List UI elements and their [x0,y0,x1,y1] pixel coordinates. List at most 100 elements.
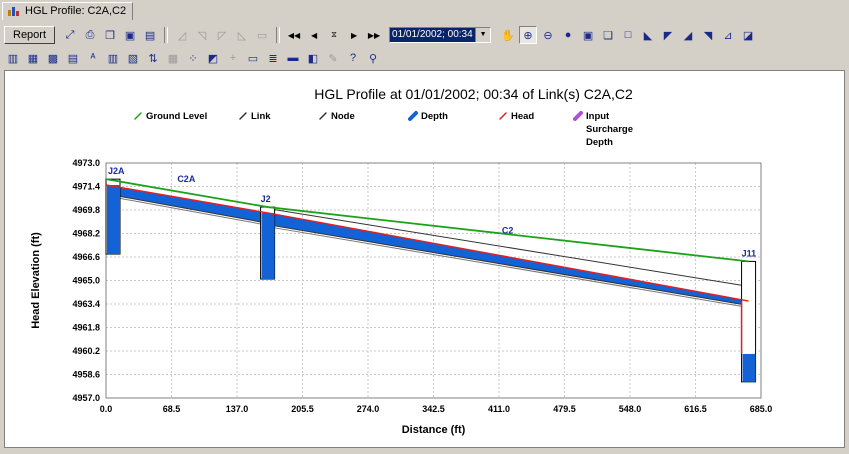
step-back-icon[interactable]: ◀ [305,26,323,44]
legend-item: Depth [408,111,448,122]
tab-hgl-profile[interactable]: HGL Profile: C2A,C2 [2,2,134,20]
copy-chart-icon[interactable]: ❏ [599,26,617,44]
profile-3-icon[interactable]: ◢ [679,26,697,44]
list-icon[interactable]: ≣ [264,49,282,67]
profile-2-icon[interactable]: ◤ [659,26,677,44]
node-depth-fill [261,212,275,280]
link-invert-line [267,224,749,306]
date-time-select[interactable]: 01/01/2002; 00:34 ▼ [389,27,492,43]
zoom-out-icon[interactable]: ⊖ [539,26,557,44]
node-depth-fill [107,185,120,255]
print-icon[interactable]: ⎙ [81,26,99,44]
chart-type-2-icon[interactable]: ◹ [193,26,211,44]
profile-4-icon[interactable]: ◥ [699,26,717,44]
y-tick-label: 4963.4 [72,299,100,309]
x-tick-label: 342.5 [422,404,445,414]
link-label: C2A [177,174,196,184]
table-view-icon[interactable]: ▤ [64,49,82,67]
toolbar-row-2: ▥ ▦ ▩ ▤ ᴬ ▥ ▧ ⇅ ▦ ⁘ ◩ + ▭ ≣ ▬ ◧ ✎? ⚲ [4,48,382,68]
3d-bar-icon[interactable]: ▦ [24,49,42,67]
y-tick-label: 4957.0 [72,393,100,403]
legend-item: Ground Level [134,111,207,122]
legend-swatch [408,111,418,121]
node-label: J11 [742,248,757,258]
profile-1-icon[interactable]: ◣ [639,26,657,44]
floppy-icon[interactable]: ▣ [579,26,597,44]
legend-item: Head [499,111,534,122]
scatter-icon[interactable]: ⁘ [184,49,202,67]
save-icon[interactable]: ▣ [121,26,139,44]
x-tick-label: 205.5 [291,404,314,414]
toolbar-row-1: Report ⤢ ⎙ ❐ ▣ ▤ ◿ ◹ ◸ ◺ ▭ ◀◀ ◀ ⧖ ▶ ▶▶ 01/01/2002; 0… [4,25,757,45]
date-time-value: 01/01/2002; 00:34 [390,28,476,42]
x-tick-label: 411.0 [488,404,510,414]
step-forward-icon[interactable]: ▶ [345,26,363,44]
chart-type-5-icon[interactable]: ▭ [253,26,271,44]
x-axis-label: Distance (ft) [402,424,466,436]
pan-hand-icon[interactable]: ✋ [499,26,517,44]
x-tick-label: 479.5 [553,404,576,414]
zoom-in-icon[interactable]: ⊕ [519,26,538,44]
note-icon[interactable]: □ [619,26,637,44]
gray-grid-icon[interactable]: ▦ [164,49,182,67]
y-tick-label: 4973.0 [72,158,100,168]
globe-icon[interactable]: ● [559,26,577,44]
chart-title: HGL Profile at 01/01/2002; 00:34 of Link… [314,86,633,102]
rect-icon[interactable]: ▬ [284,49,302,67]
report-button[interactable]: Report [4,26,56,44]
zoom-tool-icon[interactable]: ⤢ [61,26,79,44]
export-icon[interactable]: ▤ [141,26,159,44]
hourglass-icon[interactable]: ⧖ [325,26,343,44]
y-tick-label: 4968.2 [72,229,100,239]
x-tick-label: 274.0 [357,404,380,414]
chart-tab-icon [8,7,19,16]
copy-icon[interactable]: ❐ [101,26,119,44]
pencil-icon[interactable]: ✎ [324,49,342,67]
help-icon[interactable]: ? [344,49,362,67]
profile-5-icon[interactable]: ⊿ [719,26,737,44]
legend-item: Node [319,111,355,122]
plus-icon[interactable]: + [224,49,242,67]
legend-label: Input [586,111,610,122]
toolbar-separator [164,27,169,43]
bar-chart-icon[interactable]: ▥ [4,49,22,67]
hgl-profile-chart: HGL Profile at 01/01/2002; 00:34 of Link… [30,86,772,436]
sort-az-icon[interactable]: ⇅ [144,49,162,67]
chart-type-1-icon[interactable]: ◿ [173,26,191,44]
legend-swatch [134,112,142,120]
chevron-down-icon[interactable]: ▼ [475,28,491,42]
x-tick-label: 0.0 [100,404,113,414]
fast-forward-icon[interactable]: ▶▶ [365,26,383,44]
abc-label-icon[interactable]: ᴬ [84,49,102,67]
grid-chart-icon[interactable]: ▩ [44,49,62,67]
legend-label: Ground Level [146,111,207,122]
chart-type-3-icon[interactable]: ◸ [213,26,231,44]
legend-swatch [499,112,507,120]
x-tick-label: 616.5 [684,404,707,414]
rewind-start-icon[interactable]: ◀◀ [285,26,303,44]
stack-icon[interactable]: ▧ [124,49,142,67]
magnifier-icon[interactable]: ⚲ [364,49,382,67]
y-tick-label: 4958.6 [72,370,100,380]
node-depth-fill [742,353,756,382]
y-tick-label: 4971.4 [72,182,100,192]
bar-grid-icon[interactable]: ▥ [104,49,122,67]
tab-strip: HGL Profile: C2A,C2 [0,0,849,20]
legend-icon[interactable]: ▭ [244,49,262,67]
edit-chart-icon[interactable]: ◧ [304,49,322,67]
y-axis-label: Head Elevation (ft) [30,232,42,329]
legend-item: Input Surcharge Depth [573,111,633,148]
legend-label: Link [251,111,271,122]
link-crown-line [267,208,749,287]
area-icon[interactable]: ◩ [204,49,222,67]
profile-6-icon[interactable]: ◪ [739,26,757,44]
x-tick-label: 137.0 [226,404,249,414]
legend-label: Depth [421,111,448,122]
node-label: J2A [108,166,125,176]
legend-swatch [239,112,247,120]
y-tick-label: 4961.8 [72,323,100,333]
link-label: C2 [502,226,514,236]
chart-type-4-icon[interactable]: ◺ [233,26,251,44]
legend-swatch [573,111,583,121]
y-tick-label: 4969.8 [72,205,100,215]
